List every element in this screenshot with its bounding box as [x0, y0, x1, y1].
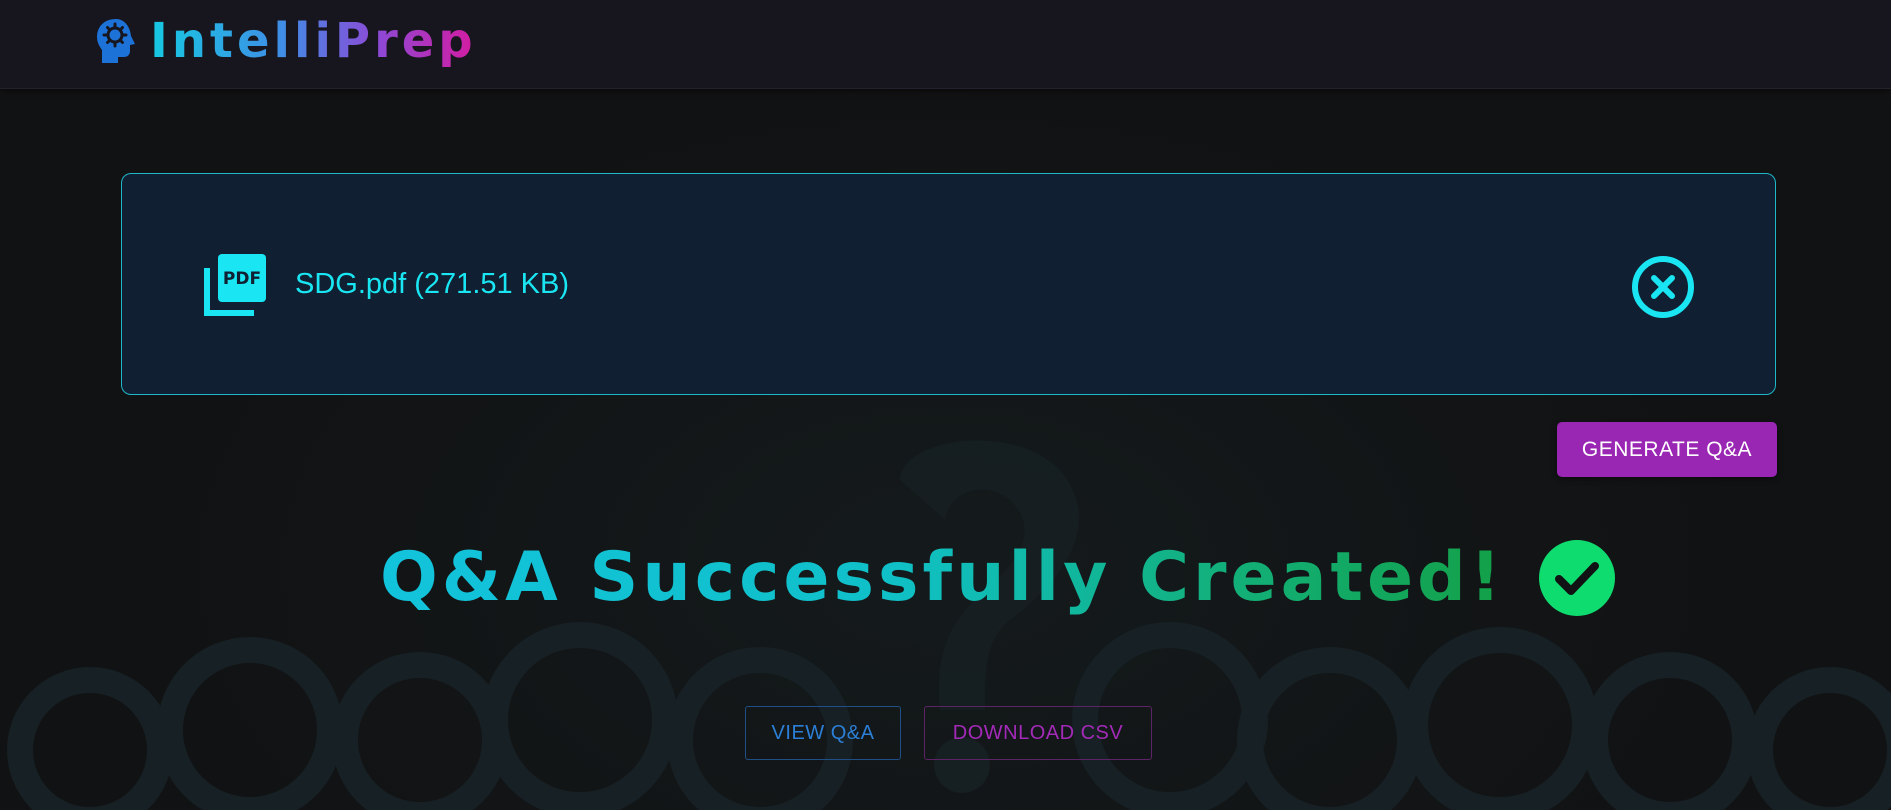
success-message: Q&A Successfully Created! [380, 538, 1615, 618]
view-qa-button[interactable]: VIEW Q&A [745, 706, 901, 760]
success-text: Q&A Successfully Created! [380, 538, 1505, 617]
head-gear-icon [97, 19, 135, 63]
app-page: IntelliPrep PDF SDG.pdf (271.51 KB) GENE… [0, 0, 1891, 810]
svg-text:PDF: PDF [223, 269, 261, 289]
generate-qa-button[interactable]: GENERATE Q&A [1557, 422, 1777, 477]
close-icon [1651, 275, 1675, 299]
top-header: IntelliPrep [0, 0, 1891, 89]
pdf-file-icon: PDF [204, 254, 266, 316]
file-name-label: SDG.pdf (271.51 KB) [295, 268, 570, 300]
download-csv-button[interactable]: DOWNLOAD CSV [924, 706, 1152, 760]
brand-name: IntelliPrep [150, 13, 477, 69]
brand-logo[interactable]: IntelliPrep [94, 14, 477, 68]
check-circle-icon [1538, 540, 1615, 616]
remove-file-button[interactable] [1631, 255, 1695, 319]
uploaded-file-card: PDF SDG.pdf (271.51 KB) [121, 173, 1776, 395]
